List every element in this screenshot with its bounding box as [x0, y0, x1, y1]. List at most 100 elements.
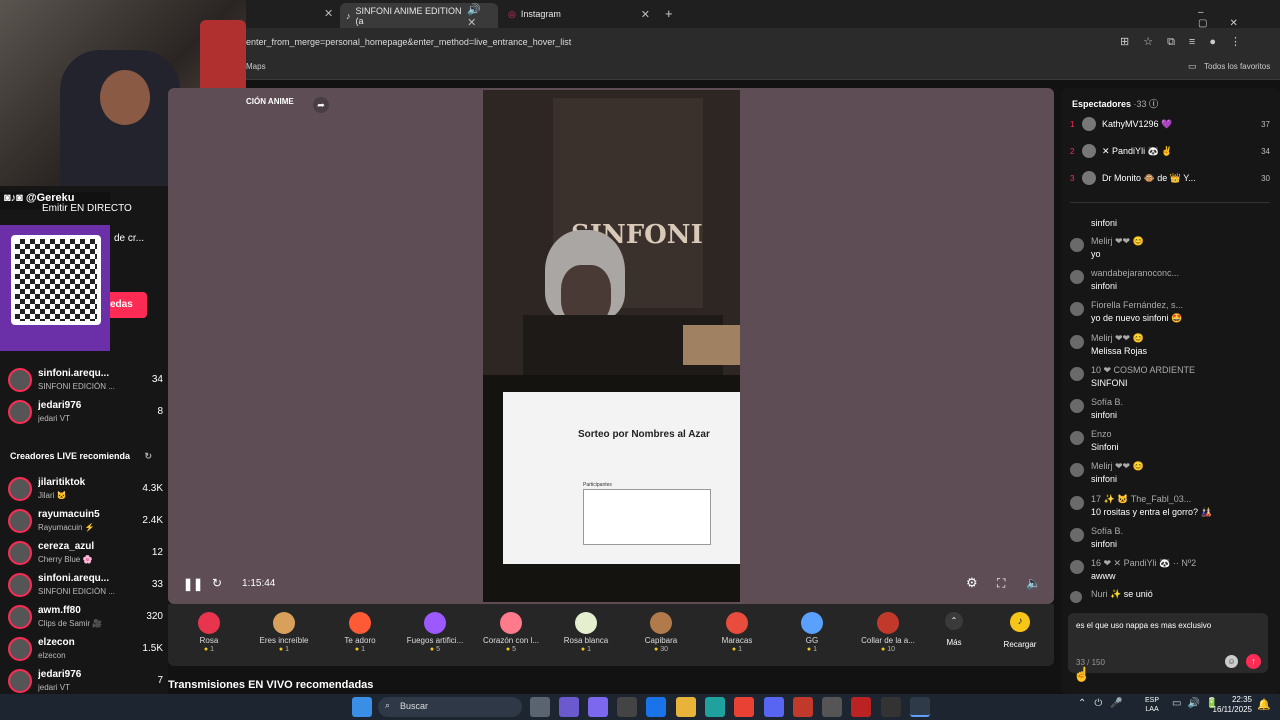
- close-tab-icon[interactable]: 🔊 ✕: [467, 3, 492, 29]
- overlay-button[interactable]: edas: [110, 292, 147, 318]
- avatar: [1070, 463, 1084, 478]
- viewers-header: Espectadores ·33 ⓘ: [1072, 99, 1159, 109]
- url-field[interactable]: enter_from_merge=personal_homepage&enter…: [246, 37, 571, 47]
- join-message: Nuri ✨ se unió: [1070, 589, 1270, 603]
- gift-icon: [877, 612, 899, 634]
- app-icon[interactable]: [793, 697, 813, 717]
- coin-icon: ♪: [1010, 612, 1030, 632]
- instagram-icon: ◎: [508, 8, 516, 19]
- list-item[interactable]: sinfoni.arequ... SINFONI EDICIÓN ... 34: [8, 366, 163, 394]
- window-controls[interactable]: –▢✕: [1198, 7, 1280, 29]
- avatar: [1070, 399, 1084, 413]
- gift-item[interactable]: Rosa 1: [175, 612, 243, 653]
- list-item[interactable]: rayumacuin5 Rayumacuin ⚡ 2.4K: [8, 507, 163, 535]
- chat-message: 10 ❤ COSMO ARDIENTE SINFONI: [1070, 365, 1270, 395]
- notification-icon[interactable]: 🔔: [1257, 698, 1271, 711]
- settings-app-icon[interactable]: [822, 697, 842, 717]
- settings-icon[interactable]: ⚙: [966, 575, 978, 591]
- tab-instagram[interactable]: ◎ Instagram ✕: [502, 4, 656, 24]
- recommended-lives-title: Transmisiones EN VIVO recomendadas: [168, 679, 374, 691]
- chat-message: Sofía B. sinfoni: [1070, 526, 1270, 556]
- chat-message: Fiorella Fernández, s... yo de nuevo sin…: [1070, 300, 1270, 330]
- list-item[interactable]: jedari976 jedari VT 8: [8, 398, 163, 426]
- chat-message: sinfoni: [1091, 218, 1118, 228]
- list-item[interactable]: jedari976 jedari VT 7: [8, 667, 163, 695]
- taskbar-search[interactable]: ⌕ Buscar: [378, 697, 522, 717]
- gift-icon: [424, 612, 446, 634]
- gift-item[interactable]: Capibara 30: [627, 612, 695, 653]
- avatar: [8, 368, 32, 392]
- mouse-cursor: ☝: [1073, 666, 1091, 682]
- close-tab-icon[interactable]: ✕: [641, 8, 650, 21]
- pause-icon[interactable]: ❚❚: [183, 577, 203, 591]
- section-title: Creadores LIVE recomienda ↻: [10, 451, 152, 462]
- avatar: [8, 509, 32, 533]
- teams-icon[interactable]: [588, 697, 608, 717]
- language-indicator[interactable]: ESP LAA: [1145, 696, 1159, 714]
- viewer-row[interactable]: 3 Dr Monito 🐵 de 👑 Y... 30: [1070, 169, 1270, 187]
- chrome-icon[interactable]: [734, 697, 754, 717]
- clock[interactable]: 22:35 16/11/2025: [1208, 695, 1252, 715]
- gift-item[interactable]: Eres increíble 1: [250, 612, 318, 653]
- overlay-snippet: de cr...: [114, 233, 145, 244]
- outlook-icon[interactable]: [646, 697, 666, 717]
- avatar: [1070, 238, 1084, 252]
- toolbar-icons[interactable]: ⊞☆⧉≡●⋮: [1120, 35, 1255, 49]
- explorer-icon[interactable]: [676, 697, 696, 717]
- list-item[interactable]: sinfoni.arequ... SINFONI EDICIÓN ... 33: [8, 571, 163, 599]
- avatar: [1070, 560, 1084, 574]
- bookmark-maps[interactable]: Maps: [246, 62, 266, 71]
- reload-icon[interactable]: ↻: [212, 576, 222, 590]
- windows-start-icon[interactable]: [352, 697, 372, 717]
- tray-icons[interactable]: ⌃⏻🎤: [1078, 698, 1131, 709]
- gift-item[interactable]: Rosa blanca 1: [552, 612, 620, 653]
- fullscreen-icon[interactable]: ⛶: [997, 576, 1005, 591]
- share-icon[interactable]: ➦: [313, 97, 329, 113]
- avatar: [8, 573, 32, 597]
- avatar: [8, 605, 32, 629]
- list-item[interactable]: cereza_azul Cherry Blue 🌸 12: [8, 539, 163, 567]
- volume-icon[interactable]: 🔈: [1026, 576, 1041, 590]
- emoji-icon[interactable]: ☺: [1225, 655, 1238, 668]
- recharge-button[interactable]: ♪ Recargar: [996, 612, 1044, 649]
- list-item[interactable]: awm.ff80 Clips de Samir 🎥 320: [8, 603, 163, 631]
- go-live-button[interactable]: Emitir EN DIRECTO: [42, 203, 132, 214]
- edge-icon[interactable]: [705, 697, 725, 717]
- gift-item[interactable]: Te adoro 1: [326, 612, 394, 653]
- list-item[interactable]: elzecon elzecon 1.5K: [8, 635, 163, 663]
- discord-icon[interactable]: [764, 697, 784, 717]
- app-icon[interactable]: [851, 697, 871, 717]
- tab-label: Instagram: [520, 9, 561, 19]
- close-tab-icon[interactable]: ✕: [324, 7, 333, 20]
- gift-icon: [726, 612, 748, 634]
- chat-message: Melirj ❤❤ 😊 yo: [1070, 236, 1270, 266]
- tab-sinfoni[interactable]: ♪ SINFONI ANIME EDITION (a 🔊 ✕: [340, 3, 498, 29]
- send-button[interactable]: ↑: [1246, 654, 1261, 669]
- viewer-row[interactable]: 1 KathyMV1296 💜 37: [1070, 115, 1270, 133]
- chat-message: Melirj ❤❤ 😊 sinfoni: [1070, 461, 1270, 491]
- chat-input-text[interactable]: es el que uso nappa es mas exclusivo: [1076, 621, 1211, 630]
- gift-item[interactable]: Corazón con l... 5: [477, 612, 545, 653]
- viewer-row[interactable]: 2 ✕ PandiYli 🐼 ✌ 34: [1070, 142, 1270, 160]
- gift-item[interactable]: Collar de la a... 10: [854, 612, 922, 653]
- chrome-active-icon[interactable]: [910, 697, 930, 717]
- new-tab-button[interactable]: +: [665, 6, 673, 21]
- gift-item[interactable]: GG 1: [778, 612, 846, 653]
- avatar: [1070, 527, 1084, 542]
- more-gifts-button[interactable]: ⌃ Más: [936, 612, 972, 647]
- tiktok-icon: ♪: [346, 10, 351, 21]
- task-view-icon[interactable]: [530, 697, 550, 717]
- calculator-icon[interactable]: [617, 697, 637, 717]
- list-item[interactable]: jilaritiktok Jilari 🐱 4.3K: [8, 475, 163, 503]
- screen-list: [583, 489, 711, 545]
- app-icon[interactable]: [881, 697, 901, 717]
- avatar: [1070, 302, 1084, 317]
- gift-icon: [500, 612, 522, 634]
- tab-label: SINFONI ANIME EDITION (a: [355, 5, 462, 26]
- gift-item[interactable]: Maracas 1: [703, 612, 771, 653]
- copilot-icon[interactable]: [559, 697, 579, 717]
- avatar: [8, 400, 32, 424]
- gift-item[interactable]: Fuegos artifici... 5: [401, 612, 469, 653]
- bookmark-all-favorites[interactable]: Todos los favoritos: [1204, 62, 1270, 71]
- refresh-icon[interactable]: ↻: [144, 451, 152, 462]
